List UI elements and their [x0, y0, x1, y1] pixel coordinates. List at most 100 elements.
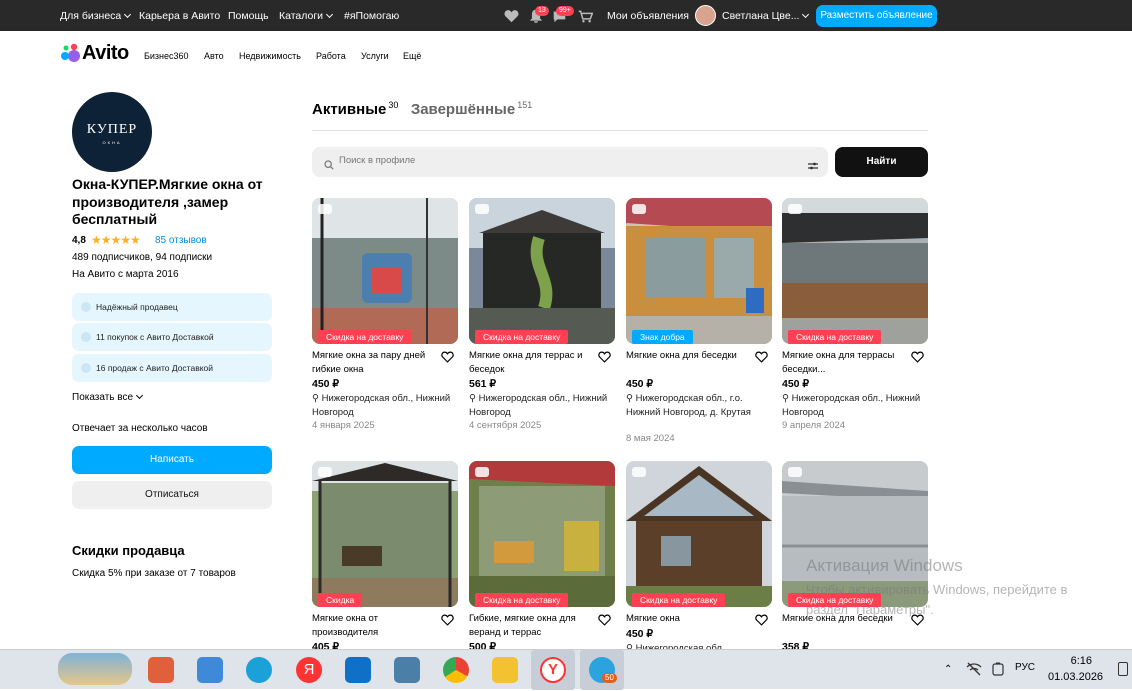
favorite-heart-icon[interactable] — [755, 613, 769, 626]
pin-icon: ⚲ — [782, 393, 792, 404]
weather-widget-icon[interactable] — [58, 653, 132, 685]
help-link[interactable]: Помощь — [228, 10, 269, 22]
filter-icon[interactable] — [808, 158, 818, 176]
tab-active[interactable]: Активные 30 — [312, 100, 398, 118]
listing-tag: Скидка на доставку — [632, 593, 726, 607]
clock[interactable]: 6:16 01.03.2026 — [1048, 653, 1104, 685]
yandex-icon[interactable]: Я — [296, 657, 322, 683]
post-ad-button[interactable]: Разместить объявление — [816, 5, 937, 27]
user-menu[interactable]: Светлана Цве... — [722, 10, 808, 22]
nav-more[interactable]: Ещё — [403, 51, 421, 61]
tab-completed[interactable]: Завершённые 151 — [411, 100, 532, 118]
show-all-link[interactable]: Показать все — [72, 392, 142, 403]
file-explorer-icon[interactable] — [492, 657, 518, 683]
listing-photo[interactable] — [312, 461, 458, 607]
nav-jobs[interactable]: Работа — [316, 51, 346, 61]
listing-photo[interactable] — [469, 198, 615, 344]
favorite-heart-icon[interactable] — [755, 350, 769, 363]
user-avatar[interactable] — [695, 5, 716, 26]
delivery-icon — [475, 467, 489, 477]
telegram-badge: 50 — [602, 673, 617, 683]
listing-title[interactable]: Гибкие, мягкие окна для веранд и террас — [469, 612, 589, 639]
listing-photo[interactable] — [626, 198, 772, 344]
listing-price: 561 ₽ — [469, 378, 497, 390]
messages-badge: 99+ — [556, 6, 574, 16]
discounts-text: Скидка 5% при заказе от 7 товаров — [72, 568, 236, 579]
listing-photo[interactable] — [782, 198, 928, 344]
chrome-icon[interactable] — [443, 657, 469, 683]
listing-title[interactable]: Мягкие окна для беседки — [626, 349, 746, 363]
favorite-heart-icon[interactable] — [441, 613, 455, 626]
yandex-browser-icon: Y — [540, 657, 566, 683]
listing-tag: Знак добра — [632, 330, 693, 344]
reviews-link[interactable]: 85 отзывов — [155, 235, 207, 246]
nav-auto[interactable]: Авто — [204, 51, 224, 61]
listing-title[interactable]: Мягкие окна — [626, 612, 746, 626]
listing-tabs: Активные 30 Завершённые 151 — [312, 100, 540, 119]
delivery-icon — [788, 204, 802, 214]
i-help-link[interactable]: #яПомогаю — [344, 10, 399, 22]
network-off-icon[interactable] — [966, 662, 982, 676]
store-icon[interactable] — [197, 657, 223, 683]
avito-logo-icon[interactable] — [59, 43, 81, 63]
listing-title[interactable]: Мягкие окна для террас и беседок — [469, 349, 589, 376]
listing-price: 450 ₽ — [312, 378, 340, 390]
find-button[interactable]: Найти — [835, 147, 928, 177]
nav-realty[interactable]: Недвижимость — [239, 51, 301, 61]
since-text: На Авито с марта 2016 — [72, 269, 179, 280]
for-business-link[interactable]: Для бизнеса — [60, 10, 130, 22]
edge-icon[interactable] — [246, 657, 272, 683]
career-link[interactable]: Карьера в Авито — [139, 10, 220, 22]
delivery-icon — [318, 467, 332, 477]
heart-icon[interactable] — [504, 9, 519, 26]
battery-icon[interactable] — [992, 662, 1004, 676]
avatar-sub: ОКНА — [102, 140, 122, 145]
write-button[interactable]: Написать — [72, 446, 272, 474]
listing-location: ⚲ Нижегородская обл., Нижний Новгород — [782, 393, 921, 418]
listing-price: 450 ₽ — [626, 628, 654, 640]
nav-services[interactable]: Услуги — [361, 51, 389, 61]
outlook-icon[interactable] — [345, 657, 371, 683]
pin-icon: ⚲ — [469, 393, 479, 404]
notification-center-icon[interactable] — [1118, 662, 1128, 676]
delivery-icon — [788, 467, 802, 477]
listing-card[interactable]: Знак добра Мягкие окна для беседки 450 ₽… — [626, 198, 773, 444]
listing-location: ⚲ Нижегородская обл., г.о. Нижний Новгор… — [626, 393, 751, 418]
listing-card[interactable]: Скидка на доставку Мягкие окна за пару д… — [312, 198, 459, 431]
delivery-icon — [475, 204, 489, 214]
language-indicator[interactable]: РУС — [1015, 662, 1035, 673]
yandex-browser-active[interactable]: Y — [531, 650, 575, 690]
cart-icon[interactable] — [578, 10, 594, 26]
favorite-heart-icon[interactable] — [598, 350, 612, 363]
favorite-heart-icon[interactable] — [441, 350, 455, 363]
app-icon[interactable] — [394, 657, 420, 683]
my-ads-link[interactable]: Мои объявления — [607, 10, 689, 22]
avito-logo[interactable]: Avito — [82, 42, 129, 65]
favorite-heart-icon[interactable] — [911, 350, 925, 363]
seller-rating: 4,8 — [72, 235, 86, 246]
listing-photo[interactable] — [469, 461, 615, 607]
chevron-up-icon[interactable]: ⌃ — [944, 664, 952, 675]
listing-title[interactable]: Мягкие окна от производителя — [312, 612, 432, 639]
unsubscribe-button[interactable]: Отписаться — [72, 481, 272, 509]
telegram-active[interactable]: 50 — [580, 650, 624, 690]
listing-card[interactable]: Скидка на доставку Мягкие окна для терра… — [469, 198, 616, 431]
listing-card[interactable]: Скидка на доставку Мягкие окна для терра… — [782, 198, 929, 431]
listing-title[interactable]: Мягкие окна для террасы беседки... — [782, 349, 902, 376]
listing-date: 4 сентября 2025 — [469, 420, 542, 431]
listing-title[interactable]: Мягкие окна за пару дней гибкие окна — [312, 349, 432, 376]
nav-business360[interactable]: Бизнес360 — [144, 51, 189, 61]
listing-photo[interactable] — [626, 461, 772, 607]
search-icon — [324, 157, 334, 175]
catalogs-link[interactable]: Каталоги — [279, 10, 332, 22]
listing-date: 9 апреля 2024 — [782, 420, 846, 431]
listing-price: 450 ₽ — [626, 378, 654, 390]
listing-date: 4 января 2025 — [312, 420, 375, 431]
search-input[interactable] — [339, 155, 779, 166]
favorite-heart-icon[interactable] — [598, 613, 612, 626]
media-player-icon[interactable] — [148, 657, 174, 683]
listing-price: 450 ₽ — [782, 378, 810, 390]
clock-date: 01.03.2026 — [1048, 671, 1104, 683]
listing-photo[interactable] — [312, 198, 458, 344]
box-icon — [81, 363, 91, 373]
